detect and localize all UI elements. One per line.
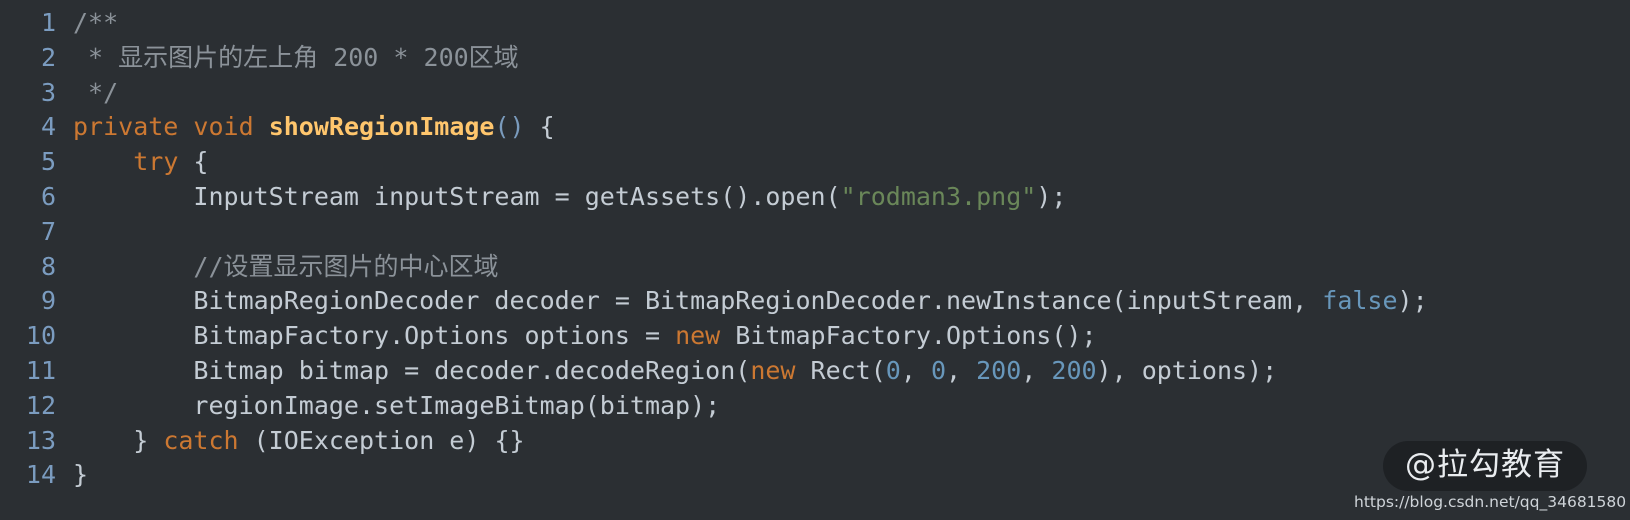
line-content[interactable]: //设置显示图片的中心区域 [56,250,499,285]
line-content[interactable]: Bitmap bitmap = decoder.decodeRegion(new… [56,354,1277,389]
code-line[interactable]: 9 BitmapRegionDecoder decoder = BitmapRe… [0,284,1630,319]
line-number: 1 [40,8,56,37]
line-number: 5 [40,147,56,177]
token-keyword: new [675,321,721,351]
token-plain: BitmapFactory.Options(); [720,321,1097,351]
code-line[interactable]: 2 * 显示图片的左上角 200 * 200区域 [0,41,1630,76]
token-plain: BitmapRegionDecoder decoder = BitmapRegi… [73,286,1323,316]
token-plain: { [524,112,555,142]
line-number: 14 [25,460,56,490]
token-plain: ); [1397,286,1428,316]
token-plain: (IOException e) {} [238,425,525,455]
line-number: 11 [25,355,56,385]
code-editor: 1/** 2 * 显示图片的左上角 200 * 200区域 3 */4 private… [0,0,1630,520]
token-const: false [1322,286,1398,316]
code-line[interactable]: 1 /** [0,6,1630,41]
token-plain: BitmapFactory.Options options = [73,321,676,351]
token-keyword: catch [163,425,239,455]
token-comment: /** [73,8,119,37]
token-fname: showRegionImage [268,112,495,142]
token-comment: * 显示图片的左上角 200 * 200区域 [73,42,519,72]
token-plain: Bitmap bitmap = decoder.decodeRegion( [73,355,751,385]
line-number: 9 [40,286,56,316]
line-number: 13 [25,425,56,455]
token-plain: InputStream inputStream = getAssets().op… [73,181,841,211]
token-keyword: new [750,355,796,385]
code-line[interactable]: 10 BitmapFactory.Options options = new B… [0,319,1630,354]
token-plain: , [900,355,931,385]
token-plain: , [946,355,977,385]
code-lines-container: 1/** 2 * 显示图片的左上角 200 * 200区域 3 */4 private… [0,6,1630,493]
line-number: 8 [40,251,56,281]
token-plain: ), options); [1096,355,1278,385]
token-plain: , [1021,355,1052,385]
token-plain: regionImage.setImageBitmap(bitmap); [73,390,721,420]
line-content[interactable]: } catch (IOException e) {} [56,424,525,459]
line-number: 10 [25,321,56,351]
token-string: "rodman3.png" [840,181,1037,211]
line-content[interactable]: BitmapFactory.Options options = new Bitm… [56,319,1097,354]
line-content[interactable]: regionImage.setImageBitmap(bitmap); [56,389,720,424]
line-number: 7 [40,216,56,246]
token-number: 0 [930,355,947,385]
token-number: 200 [1051,355,1097,385]
token-plain: } [73,425,164,455]
watermark-handle: @拉勾教育 [1383,441,1587,491]
token-plain: } [73,460,89,490]
code-line[interactable]: 7 [0,215,1630,250]
line-number: 3 [40,77,56,107]
token-keyword: try [133,147,179,177]
code-line[interactable]: 5 try { [0,145,1630,180]
line-content[interactable]: InputStream inputStream = getAssets().op… [56,180,1066,215]
line-number: 6 [40,181,56,211]
line-number: 12 [25,390,56,420]
line-content[interactable]: private void showRegionImage() { [56,110,555,145]
code-line[interactable]: 8 //设置显示图片的中心区域 [0,250,1630,285]
code-line[interactable]: 11 Bitmap bitmap = decoder.decodeRegion(… [0,354,1630,389]
line-content[interactable]: * 显示图片的左上角 200 * 200区域 [56,41,519,76]
line-content[interactable]: BitmapRegionDecoder decoder = BitmapRegi… [56,284,1428,319]
line-number: 4 [40,112,56,142]
code-line[interactable]: 12 regionImage.setImageBitmap(bitmap); [0,389,1630,424]
code-line[interactable]: 4 private void showRegionImage() { [0,110,1630,145]
token-plain: { [178,147,209,177]
token-punct: () [494,112,525,142]
line-number: 2 [40,42,56,72]
token-number: 0 [885,355,901,385]
token-keyword: void [193,112,254,142]
line-content[interactable]: */ [56,76,118,111]
line-content[interactable]: /** [56,6,118,41]
watermark-url: https://blog.csdn.net/qq_34681580 [1354,493,1627,511]
token-comment: */ [73,77,119,107]
token-number: 200 [976,355,1022,385]
token-comment: //设置显示图片的中心区域 [193,251,499,281]
token-plain: ); [1036,181,1067,211]
line-content[interactable]: try { [56,145,208,180]
line-content[interactable]: } [56,458,88,493]
token-keyword: private [73,112,179,142]
token-plain: Rect( [795,355,886,385]
code-line[interactable]: 6 InputStream inputStream = getAssets().… [0,180,1630,215]
watermark: @拉勾教育 https://blog.csdn.net/qq_34681580 [1354,441,1627,512]
code-line[interactable]: 3 */ [0,76,1630,111]
